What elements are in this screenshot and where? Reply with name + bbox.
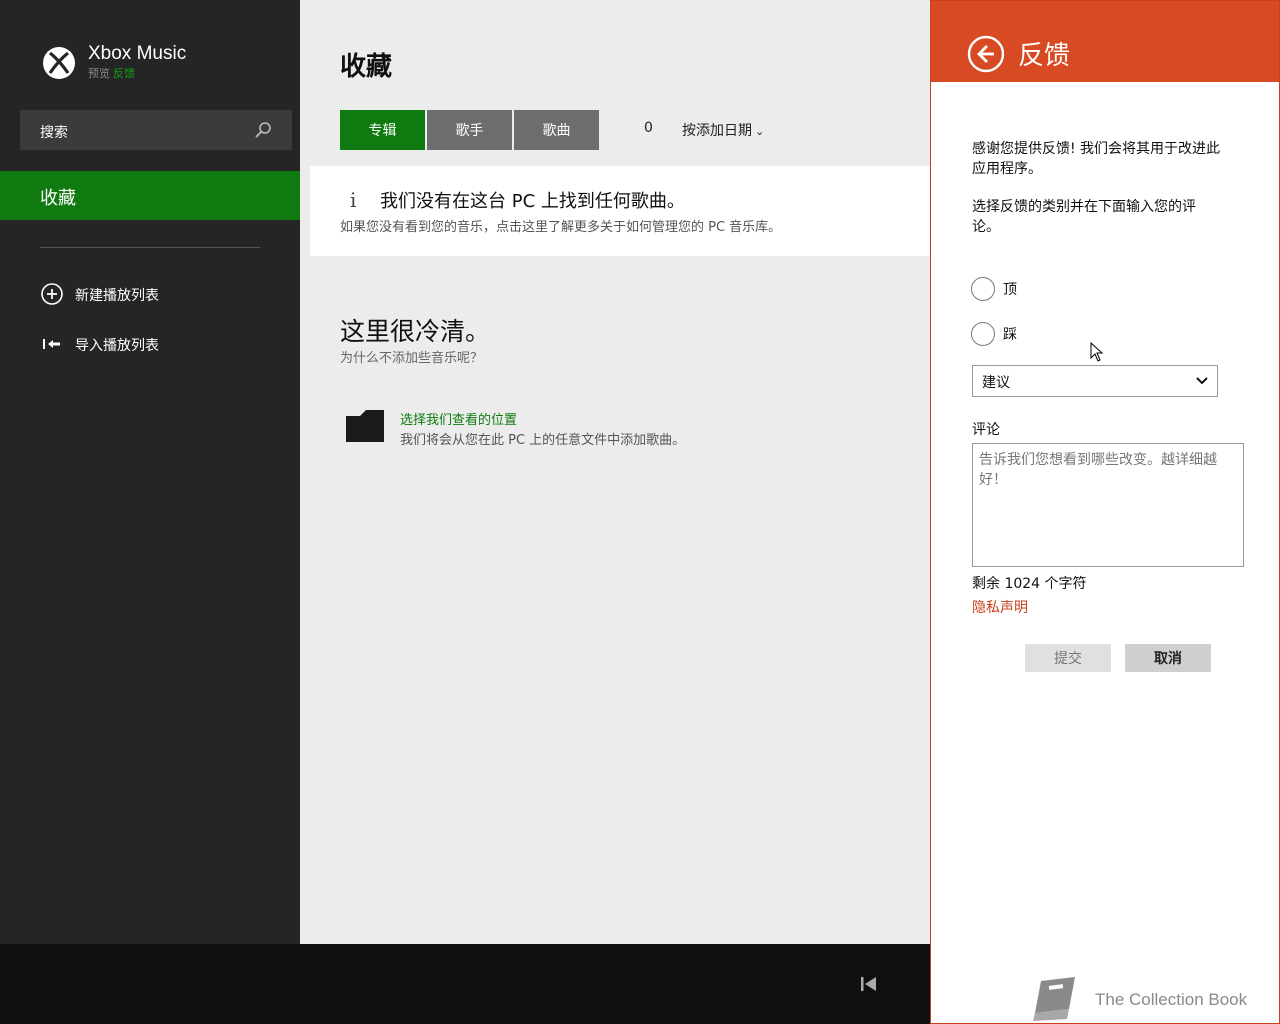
mouse-cursor-icon xyxy=(1090,342,1104,362)
search-input[interactable]: 搜索 xyxy=(40,122,68,142)
info-banner[interactable]: i 我们没有在这台 PC 上找到任何歌曲。 如果您没有看到您的音乐，点击这里了解… xyxy=(310,166,930,256)
sidebar-item-collection[interactable]: 收藏 xyxy=(0,171,300,220)
radio-dislike-label[interactable]: 踩 xyxy=(1003,324,1017,344)
remaining-chars: 剩余 1024 个字符 xyxy=(972,576,1087,592)
radio-like[interactable] xyxy=(971,277,995,301)
page-title: 收藏 xyxy=(340,52,393,82)
tab-songs[interactable]: 歌曲 xyxy=(514,110,599,150)
search-icon[interactable] xyxy=(254,121,272,139)
feedback-link[interactable]: 反馈 xyxy=(113,67,135,80)
divider xyxy=(40,247,260,248)
search-box[interactable]: 搜索 xyxy=(20,110,292,150)
comment-label: 评论 xyxy=(972,422,1000,438)
feedback-title: 反馈 xyxy=(1018,41,1071,71)
sort-dropdown[interactable]: 按添加日期 ⌄ xyxy=(682,120,764,140)
feedback-instruction: 选择反馈的类别并在下面输入您的评论。 xyxy=(972,199,1196,235)
info-description[interactable]: 如果您没有看到您的音乐，点击这里了解更多关于如何管理您的 PC 音乐库。 xyxy=(340,216,781,235)
folder-icon[interactable] xyxy=(344,408,386,444)
submit-button[interactable]: 提交 xyxy=(1025,644,1111,672)
sidebar-item-label: 新建播放列表 xyxy=(75,288,159,304)
back-arrow-icon[interactable] xyxy=(967,35,1005,73)
preview-label: 预览 xyxy=(88,67,110,80)
feedback-intro: 感谢您提供反馈! 我们会将其用于改进此应用程序。 xyxy=(972,141,1221,177)
empty-subtitle: 为什么不添加些音乐呢？ xyxy=(340,351,484,366)
cancel-button[interactable]: 取消 xyxy=(1125,644,1211,672)
sidebar-item-label: 收藏 xyxy=(40,188,76,209)
book-icon xyxy=(1033,977,1075,1021)
radio-dislike[interactable] xyxy=(971,322,995,346)
previous-track-icon[interactable] xyxy=(860,976,878,992)
choose-location-link[interactable]: 选择我们查看的位置 xyxy=(400,409,517,428)
add-circle-icon xyxy=(41,283,63,305)
import-icon xyxy=(43,339,60,349)
watermark-text: The Collection Book xyxy=(1095,990,1248,1009)
radio-like-label[interactable]: 顶 xyxy=(1003,279,1017,299)
tab-artists[interactable]: 歌手 xyxy=(427,110,512,150)
category-value: 建议 xyxy=(982,375,1010,391)
sidebar-item-label: 导入播放列表 xyxy=(75,338,159,354)
app-title: Xbox Music xyxy=(88,43,187,64)
main-content: 收藏 专辑 歌手 歌曲 0 按添加日期 ⌄ i 我们没有在这台 PC 上找到任何歌… xyxy=(300,0,930,944)
player-bar xyxy=(0,944,930,1024)
feedback-panel: 反馈 感谢您提供反馈! 我们会将其用于改进此应用程序。 选择反馈的类别并在下面输… xyxy=(930,0,1280,1024)
comment-textarea[interactable] xyxy=(972,443,1244,567)
empty-title: 这里很冷清。 xyxy=(340,317,491,346)
category-select[interactable]: 建议 xyxy=(972,365,1218,397)
watermark: The Collection Book xyxy=(1027,975,1277,1023)
info-title: 我们没有在这台 PC 上找到任何歌曲。 xyxy=(380,191,685,212)
xbox-logo-icon xyxy=(43,47,75,79)
sidebar: Xbox Music 预览 反馈 搜索 收藏 新建播放列表 导入播放列表 xyxy=(0,0,300,944)
privacy-link[interactable]: 隐私声明 xyxy=(972,597,1028,617)
choose-location-description: 我们将会从您在此 PC 上的任意文件中添加歌曲。 xyxy=(400,433,686,448)
info-icon: i xyxy=(350,188,357,212)
tab-albums[interactable]: 专辑 xyxy=(340,110,425,150)
chevron-down-icon xyxy=(1196,377,1208,385)
item-count: 0 xyxy=(644,120,653,136)
feedback-header: 反馈 xyxy=(931,1,1279,82)
sort-label: 按添加日期 xyxy=(682,123,752,139)
app-subtitle: 预览 反馈 xyxy=(88,65,135,81)
chevron-down-icon: ⌄ xyxy=(755,125,765,138)
